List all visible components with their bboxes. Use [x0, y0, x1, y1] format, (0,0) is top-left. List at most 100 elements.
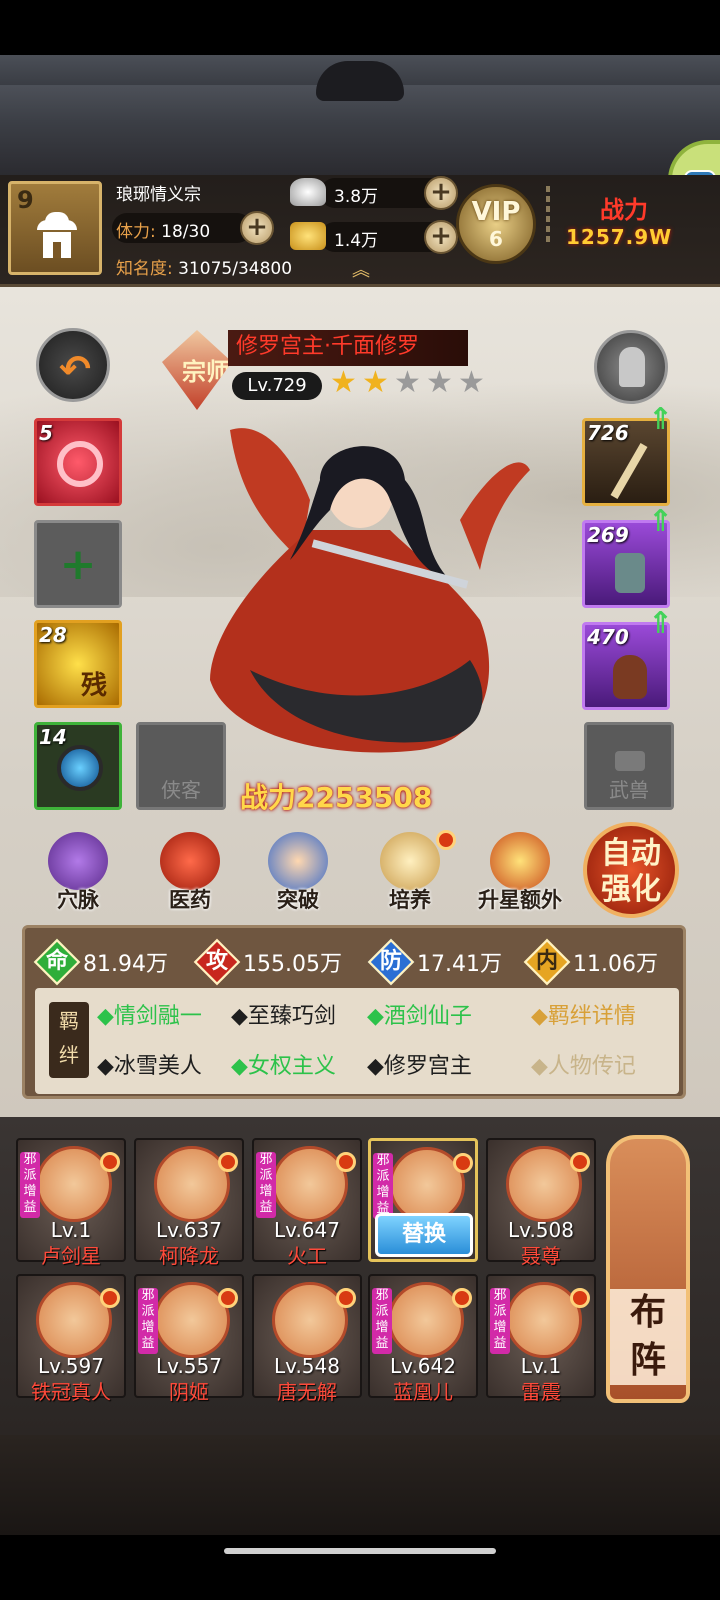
card-level: Lv.597: [38, 1354, 104, 1378]
bond-item: ◆至臻巧剑: [231, 1004, 336, 1029]
notification-dot: [570, 1288, 590, 1308]
func-acupoint[interactable]: 穴脉: [36, 832, 120, 916]
faction-tag: 邪派增益: [256, 1152, 276, 1218]
fame-label: 知名度:: [116, 259, 173, 279]
back-button[interactable]: ↶: [36, 328, 110, 402]
func-medicine[interactable]: 医药: [148, 832, 232, 916]
attr-glyph: 攻: [205, 949, 228, 974]
lineup-card[interactable]: Lv.508 聂尊: [486, 1138, 596, 1268]
func-label: 穴脉: [57, 888, 99, 912]
sect-name: 琅琊情义宗: [116, 185, 201, 205]
notification-dot: [100, 1288, 120, 1308]
star-filled-icon: ★: [362, 365, 389, 400]
attr-value: 17.41万: [417, 952, 502, 977]
attr-glyph: 命: [45, 949, 68, 974]
bond-item: ◆女权主义: [231, 1054, 336, 1079]
hero-figure: [210, 428, 530, 753]
bio-link[interactable]: ◆人物传记: [531, 1048, 636, 1080]
func-star-up-extra[interactable]: 升星额外: [472, 832, 568, 916]
add-gold-button[interactable]: +: [424, 220, 458, 254]
skill-slot-level: 5: [39, 421, 53, 445]
func-label: 培养: [389, 888, 431, 912]
formation-label-text: 布阵: [629, 1292, 666, 1381]
roof-banner: [0, 55, 720, 175]
func-label: 医药: [169, 888, 211, 912]
faction-tag: 邪派增益: [372, 1288, 392, 1354]
notification-dot: [218, 1152, 238, 1172]
bottom-area: [0, 1435, 720, 1600]
beast-slot[interactable]: 武兽: [584, 722, 674, 810]
lineup-card[interactable]: 邪派增益 Lv.1 雷震: [486, 1274, 596, 1404]
attr-glyph: 防: [379, 949, 402, 974]
formation-button[interactable]: 布阵: [606, 1135, 690, 1403]
swap-button[interactable]: 替换: [375, 1213, 473, 1257]
star-empty-icon: ★: [426, 365, 453, 400]
skill-slot-level: 28: [39, 623, 67, 647]
card-name: 卢剑星: [41, 1244, 101, 1268]
hero-power: 战力2253508: [240, 781, 433, 814]
swirl-icon: [57, 441, 103, 487]
equip-level: 269: [587, 523, 629, 547]
faction-tag: 邪派增益: [138, 1288, 158, 1354]
hero-portrait-toggle[interactable]: [594, 330, 668, 404]
card-level: Lv.642: [390, 1354, 456, 1378]
expand-chevron-icon[interactable]: ︽: [352, 256, 370, 282]
upgrade-arrow-icon: ⇑: [648, 402, 674, 437]
lineup-card[interactable]: 邪派增益 Lv.1 卢剑星: [16, 1138, 126, 1268]
add-stamina-button[interactable]: +: [240, 211, 274, 245]
skill-glyph: 残: [81, 671, 108, 701]
skill-slot-empty[interactable]: +: [34, 520, 122, 608]
skill-slot-level: 14: [39, 725, 67, 749]
home-indicator[interactable]: [224, 1548, 496, 1554]
attribute-row: 命 81.94万 攻 155.05万 防 17.41万 内 11.06万: [33, 938, 679, 986]
temple-icon: [37, 212, 77, 258]
total-power[interactable]: 战力 1257.9W: [560, 190, 700, 270]
lineup-card[interactable]: 邪派增益 Lv.557 阴姬: [134, 1274, 244, 1404]
hero-level: Lv.729: [232, 372, 322, 400]
skill-slot-blue[interactable]: 14: [34, 722, 122, 810]
bond-item: ◆酒剑仙子: [367, 1004, 472, 1029]
auto-enhance-button[interactable]: 自动强化: [583, 822, 679, 918]
vip-label: VIP: [471, 197, 521, 227]
companion-slot[interactable]: 侠客: [136, 722, 226, 810]
card-name: 火工: [287, 1244, 327, 1268]
gold-bar-icon: [290, 222, 326, 250]
attr-hp: 命 81.94万: [33, 938, 195, 986]
lineup-card[interactable]: 邪派增益 Lv.642 蓝凰儿: [368, 1274, 478, 1404]
card-level: Lv.508: [508, 1218, 574, 1242]
add-silver-button[interactable]: +: [424, 176, 458, 210]
upgrade-arrow-icon: ⇑: [648, 606, 674, 641]
func-breakthrough[interactable]: 突破: [256, 832, 340, 916]
func-cultivate[interactable]: 培养: [368, 830, 456, 916]
attr-value: 81.94万: [83, 952, 168, 977]
skill-slot-red[interactable]: 5: [34, 418, 122, 506]
lineup-card[interactable]: 邪派增益 Lv.647 火工: [252, 1138, 362, 1268]
notification-dot: [218, 1288, 238, 1308]
equip-level: 470: [587, 625, 629, 649]
notification-dot: [436, 830, 456, 850]
bond-details-link[interactable]: ◆羁绊详情: [531, 998, 636, 1030]
card-name: 阴姬: [169, 1380, 209, 1404]
func-label: 突破: [277, 888, 319, 912]
bottom-frame: [0, 1435, 720, 1535]
lineup-card-selected[interactable]: 邪派增益 替换: [368, 1138, 478, 1262]
lineup-card[interactable]: Lv.637 柯降龙: [134, 1138, 244, 1268]
bond-item: ◆情剑融一: [97, 1004, 202, 1029]
sect-level-badge[interactable]: 9: [8, 181, 102, 275]
lineup-card[interactable]: Lv.597 铁冠真人: [16, 1274, 126, 1404]
vip-badge[interactable]: VIP 6: [456, 184, 536, 264]
bow-icon: [610, 443, 648, 499]
skill-slot-gold[interactable]: 28 残: [34, 620, 122, 708]
return-arrow-icon: ↶: [59, 347, 91, 391]
sect-level: 9: [17, 186, 34, 214]
attr-glyph: 内: [535, 949, 558, 974]
card-name: 唐无解: [277, 1380, 337, 1404]
orb-icon: [57, 745, 103, 791]
roof-ornament: [316, 61, 404, 101]
total-power-label: 战力: [600, 196, 648, 224]
stamina-label: 体力:: [116, 222, 156, 242]
stamina-row: 体力: 18/30: [116, 217, 210, 242]
companion-label: 侠客: [161, 778, 201, 802]
lineup-card[interactable]: Lv.548 唐无解: [252, 1274, 362, 1404]
card-level: Lv.1: [50, 1218, 92, 1242]
